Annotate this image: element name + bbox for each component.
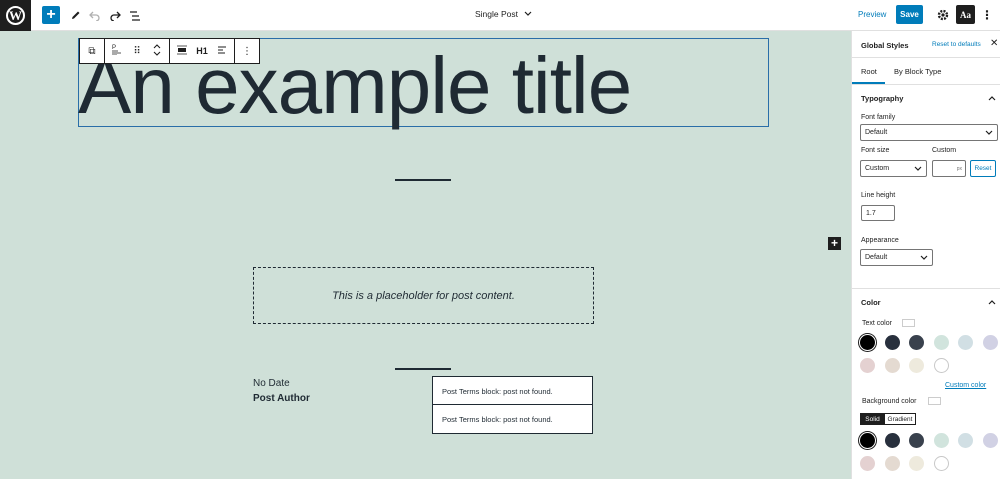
separator-block[interactable] bbox=[395, 179, 451, 181]
color-panel-header[interactable]: Color bbox=[861, 298, 881, 307]
edit-tools-pencil-icon[interactable] bbox=[66, 6, 84, 25]
drag-handle-icon[interactable]: ⠿ bbox=[131, 46, 143, 57]
text-align-icon[interactable] bbox=[216, 45, 228, 58]
wordpress-logo-icon[interactable]: W bbox=[0, 0, 31, 31]
active-tab-indicator bbox=[852, 82, 885, 84]
color-swatch[interactable] bbox=[933, 433, 949, 448]
align-full-icon[interactable] bbox=[176, 45, 188, 58]
tab-by-block-type[interactable]: By Block Type bbox=[894, 67, 941, 76]
list-view-icon[interactable] bbox=[126, 6, 144, 25]
color-swatch[interactable] bbox=[884, 335, 900, 350]
line-height-value: 1.7 bbox=[866, 209, 876, 217]
template-title: Single Post bbox=[475, 9, 518, 19]
block-toolbar: ⧉ P ⠿ H1 ⋮ bbox=[79, 38, 260, 64]
solid-tab[interactable]: Solid bbox=[860, 413, 885, 425]
color-swatch[interactable] bbox=[958, 335, 973, 350]
chevron-up-icon[interactable] bbox=[988, 299, 996, 305]
color-swatch[interactable] bbox=[982, 433, 998, 448]
reset-to-defaults-link[interactable]: Reset to defaults bbox=[932, 41, 981, 48]
line-height-label: Line height bbox=[861, 192, 896, 199]
sidebar-tabs: Root By Block Type bbox=[852, 58, 1000, 85]
font-size-select[interactable]: Custom bbox=[860, 160, 927, 177]
color-swatch[interactable] bbox=[860, 456, 875, 471]
heading-level-button[interactable]: H1 bbox=[196, 46, 208, 56]
panel-divider bbox=[852, 288, 1000, 289]
block-more-options-icon[interactable]: ⋮ bbox=[241, 46, 253, 57]
text-color-indicator bbox=[902, 319, 915, 327]
gradient-tab[interactable]: Gradient bbox=[884, 413, 916, 425]
sidebar-title: Global Styles bbox=[861, 41, 909, 50]
text-color-label: Text color bbox=[862, 320, 892, 327]
redo-icon[interactable] bbox=[106, 6, 124, 25]
close-icon[interactable]: ✕ bbox=[990, 38, 998, 49]
chevron-down-icon bbox=[914, 166, 922, 171]
custom-size-label: Custom bbox=[932, 147, 957, 154]
background-color-label: Background color bbox=[862, 398, 917, 405]
undo-icon[interactable] bbox=[86, 6, 104, 25]
placeholder-text: This is a placeholder for post content. bbox=[332, 289, 515, 302]
color-swatch[interactable] bbox=[909, 358, 924, 373]
settings-gear-icon[interactable] bbox=[935, 7, 951, 23]
template-title-dropdown[interactable]: Single Post bbox=[475, 9, 532, 19]
custom-color-link[interactable]: Custom color bbox=[945, 382, 986, 389]
color-swatch[interactable] bbox=[909, 456, 924, 471]
paragraph-block-icon[interactable]: P bbox=[111, 44, 123, 58]
appearance-label: Appearance bbox=[861, 237, 899, 244]
color-swatch[interactable] bbox=[933, 456, 949, 471]
color-swatch[interactable] bbox=[909, 433, 924, 448]
transform-block-icon[interactable]: ⧉ bbox=[86, 46, 98, 57]
unit-label: px bbox=[956, 166, 962, 172]
color-swatch[interactable] bbox=[884, 456, 900, 471]
separator-block[interactable] bbox=[395, 368, 451, 370]
more-options-icon[interactable]: ⋮ bbox=[981, 7, 993, 23]
font-size-value: Custom bbox=[865, 165, 890, 172]
post-date[interactable]: No Date bbox=[253, 378, 290, 389]
chevron-up-icon[interactable] bbox=[988, 95, 996, 101]
editor-topbar: W + Single Post Preview Save Aa ⋮ bbox=[0, 0, 1000, 31]
tab-root[interactable]: Root bbox=[861, 67, 877, 76]
svg-text:P: P bbox=[112, 45, 116, 51]
color-swatch[interactable] bbox=[860, 433, 875, 448]
chevron-down-icon bbox=[524, 11, 532, 16]
save-button[interactable]: Save bbox=[896, 5, 923, 24]
post-terms-text: Post Terms block: post not found. bbox=[442, 414, 553, 424]
preview-button[interactable]: Preview bbox=[858, 10, 886, 19]
color-swatch[interactable] bbox=[909, 335, 924, 350]
appearance-value: Default bbox=[865, 254, 888, 261]
color-swatch[interactable] bbox=[933, 335, 949, 350]
background-color-indicator bbox=[928, 397, 941, 405]
custom-font-size-input[interactable]: px bbox=[932, 160, 966, 177]
font-family-select[interactable]: Default bbox=[860, 124, 998, 141]
appearance-select[interactable]: Default bbox=[860, 249, 933, 266]
chevron-down-icon bbox=[985, 130, 993, 135]
global-styles-sidebar: Global Styles Reset to defaults ✕ Root B… bbox=[851, 31, 1000, 479]
color-swatch[interactable] bbox=[860, 335, 875, 350]
post-terms-block[interactable]: Post Terms block: post not found. bbox=[432, 376, 593, 406]
post-author[interactable]: Post Author bbox=[253, 393, 310, 404]
font-size-label: Font size bbox=[861, 147, 890, 154]
post-terms-block[interactable]: Post Terms block: post not found. bbox=[432, 404, 593, 434]
font-size-reset-button[interactable]: Reset bbox=[970, 160, 996, 177]
move-up-down-icon[interactable] bbox=[151, 43, 163, 59]
line-height-input[interactable]: 1.7 bbox=[861, 205, 895, 221]
editor-canvas: An example title ⧉ P ⠿ H1 ⋮ + This is a … bbox=[0, 31, 851, 479]
color-swatch[interactable] bbox=[982, 335, 998, 350]
font-family-value: Default bbox=[865, 129, 888, 136]
sidebar-header: Global Styles Reset to defaults ✕ bbox=[852, 31, 1000, 58]
chevron-down-icon bbox=[920, 255, 928, 260]
block-inserter-plus-icon[interactable]: + bbox=[828, 237, 841, 250]
color-swatch[interactable] bbox=[933, 358, 949, 373]
typography-panel-header[interactable]: Typography bbox=[861, 94, 903, 103]
color-swatch[interactable] bbox=[884, 358, 900, 373]
post-content-placeholder[interactable]: This is a placeholder for post content. bbox=[253, 267, 594, 324]
color-swatch[interactable] bbox=[884, 433, 900, 448]
font-family-label: Font family bbox=[861, 114, 896, 121]
add-block-button[interactable]: + bbox=[42, 6, 60, 24]
global-styles-button[interactable]: Aa bbox=[956, 5, 975, 24]
color-swatch[interactable] bbox=[860, 358, 875, 373]
post-terms-text: Post Terms block: post not found. bbox=[442, 386, 553, 396]
color-swatch[interactable] bbox=[958, 433, 973, 448]
